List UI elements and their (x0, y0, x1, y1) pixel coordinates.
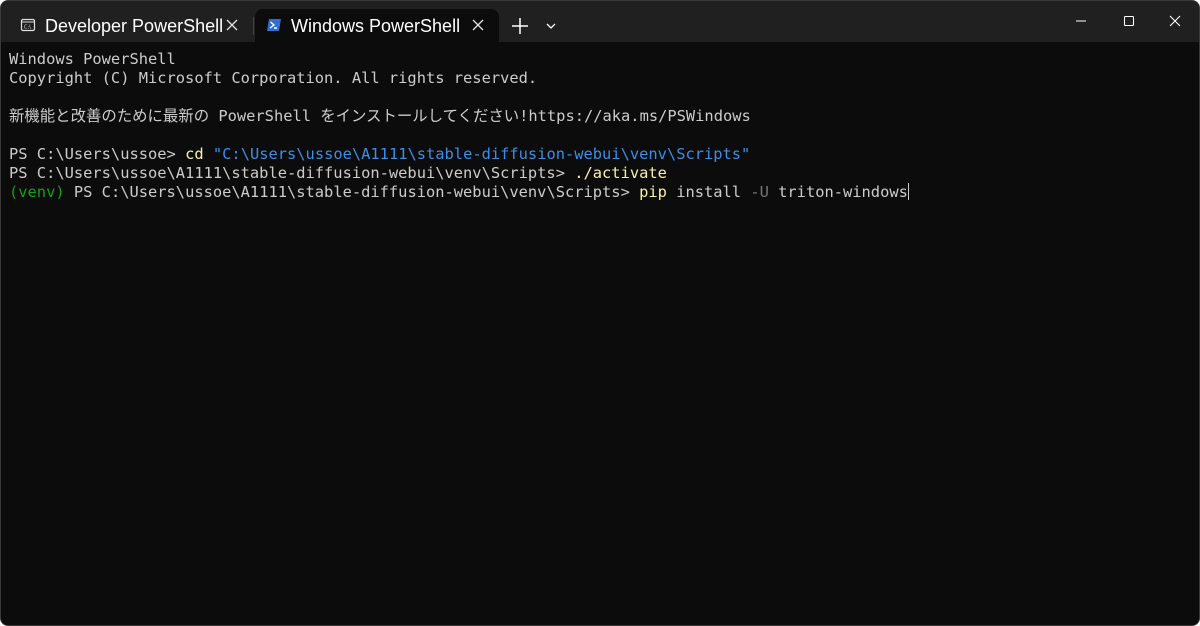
venv-indicator: (venv) (9, 183, 65, 201)
command-flag: -U (750, 183, 769, 201)
copyright-line: Copyright (C) Microsoft Corporation. All… (9, 69, 538, 87)
tab-separator (253, 17, 254, 35)
plus-icon[interactable] (509, 15, 531, 37)
text-cursor (907, 183, 909, 200)
prompt: PS C:\Users\ussoe\A1111\stable-diffusion… (9, 164, 575, 182)
command-line-pip[interactable]: (venv) PS C:\Users\ussoe\A1111\stable-di… (9, 183, 1199, 202)
command-name: ./activate (574, 164, 667, 182)
terminal-window: C:\ Developer PowerShell Windows PowerSh… (0, 0, 1200, 626)
command-argument: "C:\Users\ussoe\A1111\stable-diffusion-w… (212, 145, 751, 163)
command-args: triton-windows (768, 183, 908, 201)
command-line-activate: PS C:\Users\ussoe\A1111\stable-diffusion… (9, 164, 1199, 183)
tab-developer-powershell[interactable]: C:\ Developer PowerShell (9, 9, 253, 42)
command-name: cd (185, 145, 204, 163)
close-tab-icon[interactable] (471, 18, 485, 32)
tab-label: Developer PowerShell (45, 16, 224, 36)
command-args: install (666, 183, 751, 201)
close-tab-icon[interactable] (225, 18, 239, 32)
title-bar: C:\ Developer PowerShell Windows PowerSh… (1, 1, 1199, 42)
upgrade-notice: 新機能と改善のために最新の PowerShell をインストールしてください!h… (9, 107, 751, 125)
tab-label: Windows PowerShell (291, 16, 461, 36)
close-icon[interactable] (1167, 13, 1183, 29)
svg-text:C:\: C:\ (24, 25, 31, 31)
terminal-output[interactable]: Windows PowerShell Copyright (C) Microso… (1, 42, 1199, 625)
console-icon: C:\ (20, 18, 36, 32)
header-line: Windows PowerShell (9, 50, 176, 68)
minimize-icon[interactable] (1073, 13, 1089, 29)
powershell-icon (267, 19, 281, 31)
prompt: PS C:\Users\ussoe\A1111\stable-diffusion… (64, 183, 640, 201)
maximize-icon[interactable] (1121, 13, 1137, 29)
command-line-cd: PS C:\Users\ussoe> cd "C:\Users\ussoe\A1… (9, 145, 1199, 164)
prompt: PS C:\Users\ussoe> (9, 145, 186, 163)
command-name: pip (639, 183, 667, 201)
tab-windows-powershell[interactable]: Windows PowerShell (255, 9, 499, 42)
chevron-down-icon[interactable] (543, 18, 559, 34)
